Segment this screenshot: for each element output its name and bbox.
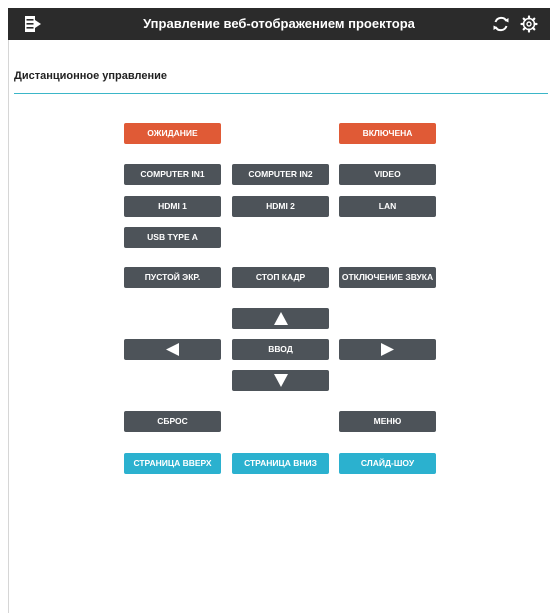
usb-type-a-button[interactable]: USB TYPE A (124, 227, 221, 248)
section-divider (14, 93, 548, 94)
hdmi1-button[interactable]: HDMI 1 (124, 196, 221, 217)
power-on-button[interactable]: ВКЛЮЧЕНА (339, 123, 436, 144)
arrow-down-icon (273, 374, 288, 387)
enter-button[interactable]: ВВОД (232, 339, 329, 360)
right-button[interactable] (339, 339, 436, 360)
refresh-icon[interactable] (491, 14, 511, 34)
standby-button[interactable]: ОЖИДАНИЕ (124, 123, 221, 144)
blank-screen-button[interactable]: ПУСТОЙ ЭКР. (124, 267, 221, 288)
arrow-up-icon (273, 312, 288, 325)
page-left-border (8, 40, 9, 613)
up-button[interactable] (232, 308, 329, 329)
reset-button[interactable]: СБРОС (124, 411, 221, 432)
hdmi2-button[interactable]: HDMI 2 (232, 196, 329, 217)
lan-button[interactable]: LAN (339, 196, 436, 217)
down-button[interactable] (232, 370, 329, 391)
computer-in2-button[interactable]: COMPUTER IN2 (232, 164, 329, 185)
computer-in1-button[interactable]: COMPUTER IN1 (124, 164, 221, 185)
arrow-right-icon (381, 343, 394, 356)
app-title: Управление веб-отображением проектора (143, 16, 415, 31)
mute-button[interactable]: ОТКЛЮЧЕНИЕ ЗВУКА (339, 267, 436, 288)
page-down-button[interactable]: СТРАНИЦА ВНИЗ (232, 453, 329, 474)
section-title: Дистанционное управление (14, 70, 167, 82)
left-button[interactable] (124, 339, 221, 360)
top-bar: Управление веб-отображением проектора (8, 8, 550, 40)
page-up-button[interactable]: СТРАНИЦА ВВЕРХ (124, 453, 221, 474)
arrow-left-icon (166, 343, 179, 356)
freeze-button[interactable]: СТОП КАДР (232, 267, 329, 288)
menu-icon[interactable] (22, 14, 42, 34)
menu-button[interactable]: МЕНЮ (339, 411, 436, 432)
settings-icon[interactable] (519, 14, 539, 34)
video-button[interactable]: VIDEO (339, 164, 436, 185)
slideshow-button[interactable]: СЛАЙД-ШОУ (339, 453, 436, 474)
